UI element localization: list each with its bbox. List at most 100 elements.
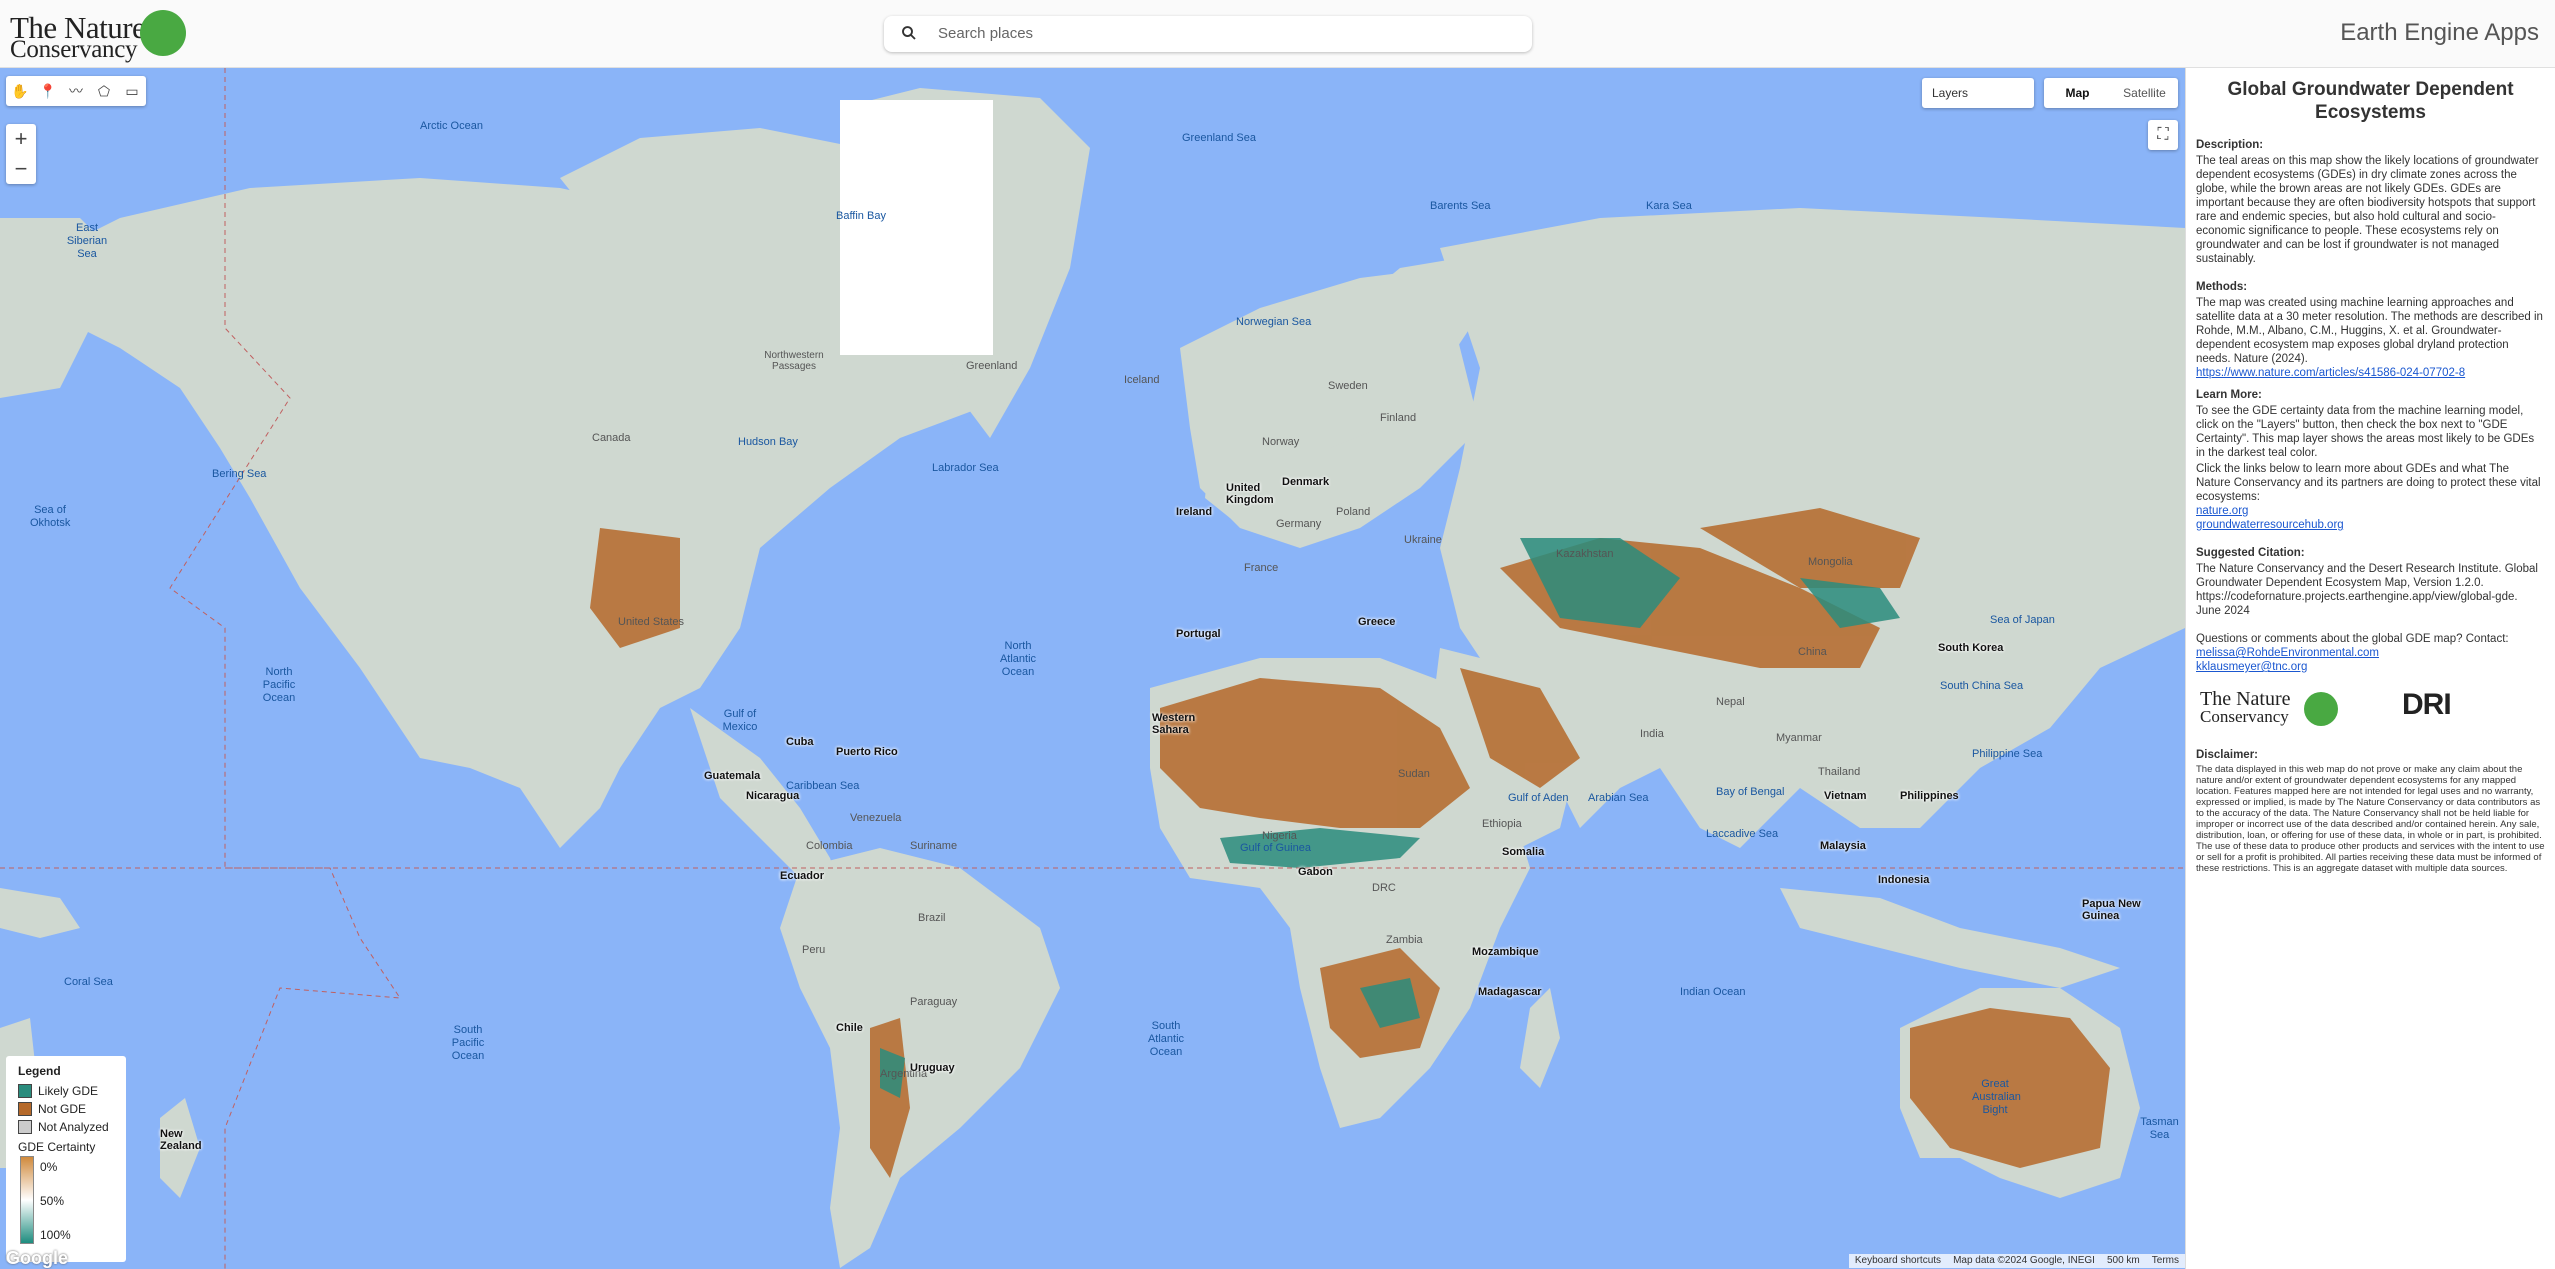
country-label: Ecuador: [780, 870, 825, 882]
place-label: China: [1798, 646, 1827, 658]
map-type-control: Map Satellite: [2044, 78, 2178, 108]
map-type-satellite-button[interactable]: Satellite: [2111, 78, 2178, 108]
info-panel: Global Groundwater Dependent Ecosystems …: [2185, 68, 2555, 1269]
land-madagascar: [1520, 988, 1560, 1088]
ocean-label: Bay of Bengal: [1716, 786, 1785, 798]
ocean-label: Gulf of Guinea: [1240, 842, 1311, 854]
certainty-gradient: [20, 1156, 34, 1244]
app-title[interactable]: Earth Engine Apps: [2340, 19, 2539, 47]
country-label: Vietnam: [1824, 790, 1867, 802]
place-label: Sudan: [1398, 768, 1430, 780]
country-label: Western Sahara: [1152, 712, 1196, 736]
place-label: Germany: [1276, 518, 1322, 530]
map-type-map-button[interactable]: Map: [2044, 78, 2111, 108]
country-label: United Kingdom: [1226, 482, 1274, 506]
leaf-icon: [140, 10, 186, 56]
land-papua-left: [0, 888, 80, 938]
description-heading: Description:: [2196, 139, 2264, 151]
ocean-label: Hudson Bay: [738, 436, 798, 448]
ocean-label: Barents Sea: [1430, 200, 1491, 212]
map-attribution: Keyboard shortcuts Map data ©2024 Google…: [1848, 1254, 2185, 1268]
email-link-1[interactable]: melissa@RohdeEnvironmental.com: [2196, 646, 2545, 660]
app-header: The Nature Conservancy Search places Ear…: [0, 0, 2555, 68]
layers-button[interactable]: Layers: [1922, 78, 2034, 108]
ocean-label: Gulf of Aden: [1508, 792, 1569, 804]
greenland-data-gap: [840, 100, 993, 355]
country-label: Uruguay: [910, 1062, 955, 1074]
google-logo: Google: [6, 1248, 68, 1268]
zoom-control: + −: [6, 124, 36, 184]
methods-heading: Methods:: [2196, 281, 2248, 293]
tnc-logo[interactable]: The Nature Conservancy: [10, 6, 190, 63]
hand-icon[interactable]: ✋: [6, 76, 34, 106]
place-label: Canada: [592, 432, 631, 444]
country-label: Chile: [836, 1022, 863, 1034]
ocean-label: Kara Sea: [1646, 200, 1692, 212]
rectangle-icon[interactable]: ▭: [118, 76, 146, 106]
country-label: Mozambique: [1472, 946, 1539, 958]
search-input[interactable]: Search places: [938, 25, 1033, 42]
scale-bar[interactable]: 500 km: [2107, 1255, 2140, 1267]
search-box[interactable]: Search places: [884, 16, 1532, 52]
polygon-icon[interactable]: ⬠: [90, 76, 118, 106]
marker-icon[interactable]: 📍: [34, 76, 62, 106]
country-label: Greece: [1358, 616, 1396, 628]
place-label: Mongolia: [1808, 556, 1853, 568]
legend-label: Likely GDE: [38, 1084, 99, 1098]
map-data-text: Map data ©2024 Google, INEGI: [1953, 1255, 2095, 1266]
legend-item: Not GDE: [18, 1100, 114, 1118]
ocean-label: Gulf of Mexico: [722, 708, 758, 733]
certainty-title: GDE Certainty: [18, 1140, 96, 1154]
place-label: Sweden: [1328, 380, 1368, 392]
place-label: Thailand: [1818, 766, 1861, 778]
drawing-tools: ✋ 📍 〰 ⬠ ▭: [6, 76, 146, 106]
place-label: Poland: [1336, 506, 1371, 518]
ocean-label: Indian Ocean: [1680, 986, 1746, 998]
place-label: Nigeria: [1262, 830, 1297, 842]
country-label: South Korea: [1938, 642, 2004, 654]
world-map: [0, 68, 2185, 1269]
place-label: Suriname: [910, 840, 958, 852]
country-label: Portugal: [1176, 628, 1221, 640]
keyboard-shortcuts-link[interactable]: Keyboard shortcuts: [1855, 1255, 1941, 1267]
terms-link[interactable]: Terms: [2152, 1255, 2179, 1267]
ocean-label: East Siberian Sea: [66, 222, 108, 260]
legend: Legend Likely GDE Not GDE Not Analyzed G…: [6, 1056, 126, 1262]
ocean-label: Arctic Ocean: [420, 120, 483, 132]
certainty-tick: 0%: [40, 1160, 58, 1174]
place-label: France: [1244, 562, 1279, 574]
place-label: United States: [618, 616, 685, 628]
country-label: Ireland: [1176, 506, 1213, 518]
legend-swatch: [18, 1102, 32, 1116]
ocean-label: Great Australian Bight: [1972, 1078, 2021, 1116]
legend-label: Not Analyzed: [38, 1120, 109, 1134]
map-canvas[interactable]: Arctic Ocean North Pacific Ocean North A…: [0, 68, 2185, 1269]
fullscreen-icon[interactable]: ⛶: [2148, 120, 2178, 150]
learn-more-text-2: Click the links below to learn more abou…: [2196, 463, 2541, 503]
polyline-icon[interactable]: 〰: [62, 76, 90, 106]
country-label: Denmark: [1282, 476, 1330, 488]
disclaimer-text: The data displayed in this web map do no…: [2196, 764, 2545, 874]
legend-item: Not Analyzed: [18, 1118, 114, 1136]
ocean-label: South Atlantic Ocean: [1147, 1020, 1185, 1058]
certainty-tick: 100%: [40, 1228, 71, 1242]
country-label: Malaysia: [1820, 840, 1866, 852]
country-label: Nicaragua: [746, 790, 800, 802]
zoom-out-button[interactable]: −: [6, 154, 36, 184]
methods-link[interactable]: https://www.nature.com/articles/s41586-0…: [2196, 366, 2545, 380]
ocean-label: Norwegian Sea: [1236, 316, 1312, 328]
citation-heading: Suggested Citation:: [2196, 547, 2305, 559]
land-indonesia: [1780, 888, 2120, 988]
citation-text: The Nature Conservancy and the Desert Re…: [2196, 563, 2538, 617]
ocean-label: Laccadive Sea: [1706, 828, 1779, 840]
country-label: Papua New Guinea: [2082, 898, 2141, 922]
country-label: Indonesia: [1878, 874, 1930, 886]
nature-org-link[interactable]: nature.org: [2196, 504, 2545, 518]
zoom-in-button[interactable]: +: [6, 124, 36, 154]
place-label: Peru: [802, 944, 826, 956]
country-label: New Zealand: [160, 1128, 202, 1152]
place-label: Colombia: [806, 840, 853, 852]
groundwater-hub-link[interactable]: groundwaterresourcehub.org: [2196, 518, 2545, 532]
email-link-2[interactable]: kklausmeyer@tnc.org: [2196, 660, 2545, 674]
ocean-label: North Atlantic Ocean: [999, 640, 1037, 678]
